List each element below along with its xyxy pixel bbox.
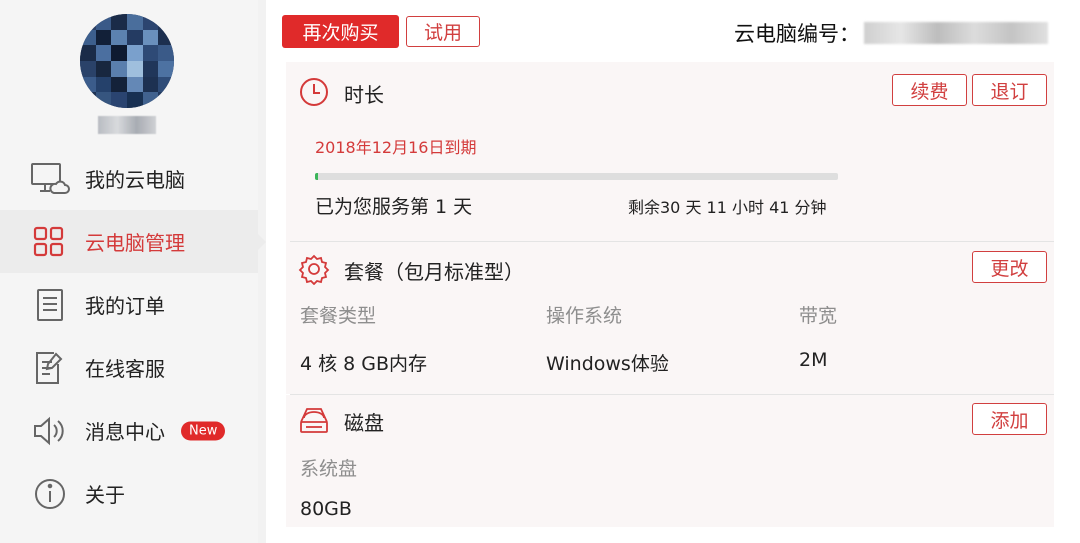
- renew-button[interactable]: 续费: [892, 74, 967, 106]
- change-package-button[interactable]: 更改: [972, 251, 1047, 283]
- disk-icon: [298, 404, 330, 436]
- disk-title: 磁盘: [344, 411, 384, 435]
- gear-icon: [298, 253, 330, 286]
- expire-date: 2018年12月16日到期: [315, 138, 477, 157]
- sidebar-item-about[interactable]: 关于: [0, 462, 258, 525]
- active-indicator: [258, 233, 266, 250]
- bandwidth-value: 2M: [799, 349, 828, 371]
- sidebar-item-message-center[interactable]: 消息中心 New: [0, 399, 258, 462]
- avatar[interactable]: [80, 14, 174, 108]
- speaker-icon: [30, 413, 70, 449]
- disk-card: 磁盘 添加 系统盘 80GB: [286, 395, 1054, 527]
- edit-document-icon: [30, 350, 70, 386]
- os-value: Windows体验: [546, 353, 669, 375]
- sidebar-item-cloud-pc-management[interactable]: 云电脑管理: [0, 210, 266, 273]
- sidebar-item-label: 云电脑管理: [85, 231, 185, 255]
- unsubscribe-button[interactable]: 退订: [972, 74, 1047, 106]
- trial-button[interactable]: 试用: [406, 16, 480, 47]
- sidebar-item-my-orders[interactable]: 我的订单: [0, 273, 258, 336]
- bandwidth-label: 带宽: [799, 305, 838, 327]
- cloud-computer-icon: [30, 161, 70, 197]
- service-progress-fill: [315, 173, 318, 180]
- document-icon: [30, 287, 70, 323]
- duration-title: 时长: [344, 83, 384, 107]
- machine-id-label: 云电脑编号：: [734, 22, 860, 46]
- sidebar-item-label: 消息中心: [85, 420, 165, 444]
- os-label: 操作系统: [546, 305, 623, 327]
- add-disk-button[interactable]: 添加: [972, 403, 1047, 435]
- system-disk-value: 80GB: [300, 498, 352, 520]
- info-icon: [30, 476, 70, 512]
- package-card: 套餐（包月标准型） 更改 套餐类型 4 核 8 GB内存 操作系统 Window…: [286, 242, 1054, 394]
- main-panel: 再次购买 试用 云电脑编号： 时长 续费 退订 2018年12月16日到期 已为…: [266, 0, 1080, 543]
- username: [98, 116, 156, 134]
- sidebar-item-online-service[interactable]: 在线客服: [0, 336, 258, 399]
- sidebar-item-label: 关于: [85, 483, 125, 507]
- sidebar-item-label: 我的订单: [85, 294, 165, 318]
- remaining-time: 剩余30 天 11 小时 41 分钟: [628, 198, 827, 217]
- sidebar-item-my-cloud-pc[interactable]: 我的云电脑: [0, 147, 258, 210]
- served-days: 已为您服务第 1 天: [315, 196, 473, 218]
- package-type-label: 套餐类型: [300, 305, 377, 327]
- service-progress-bar: [315, 173, 838, 180]
- sidebar-item-label: 在线客服: [85, 357, 165, 381]
- grid-icon: [30, 224, 70, 260]
- buy-again-button[interactable]: 再次购买: [282, 15, 399, 48]
- package-type-value: 4 核 8 GB内存: [300, 353, 428, 375]
- new-badge: New: [181, 421, 226, 440]
- system-disk-label: 系统盘: [300, 458, 358, 480]
- sidebar-item-label: 我的云电脑: [85, 168, 185, 192]
- clock-icon: [298, 76, 330, 108]
- machine-id-value: [864, 22, 1048, 44]
- sidebar: 我的云电脑 云电脑管理 我的订单 在线客服 消息中心 New 关于: [0, 0, 266, 543]
- package-title: 套餐（包月标准型）: [344, 260, 524, 284]
